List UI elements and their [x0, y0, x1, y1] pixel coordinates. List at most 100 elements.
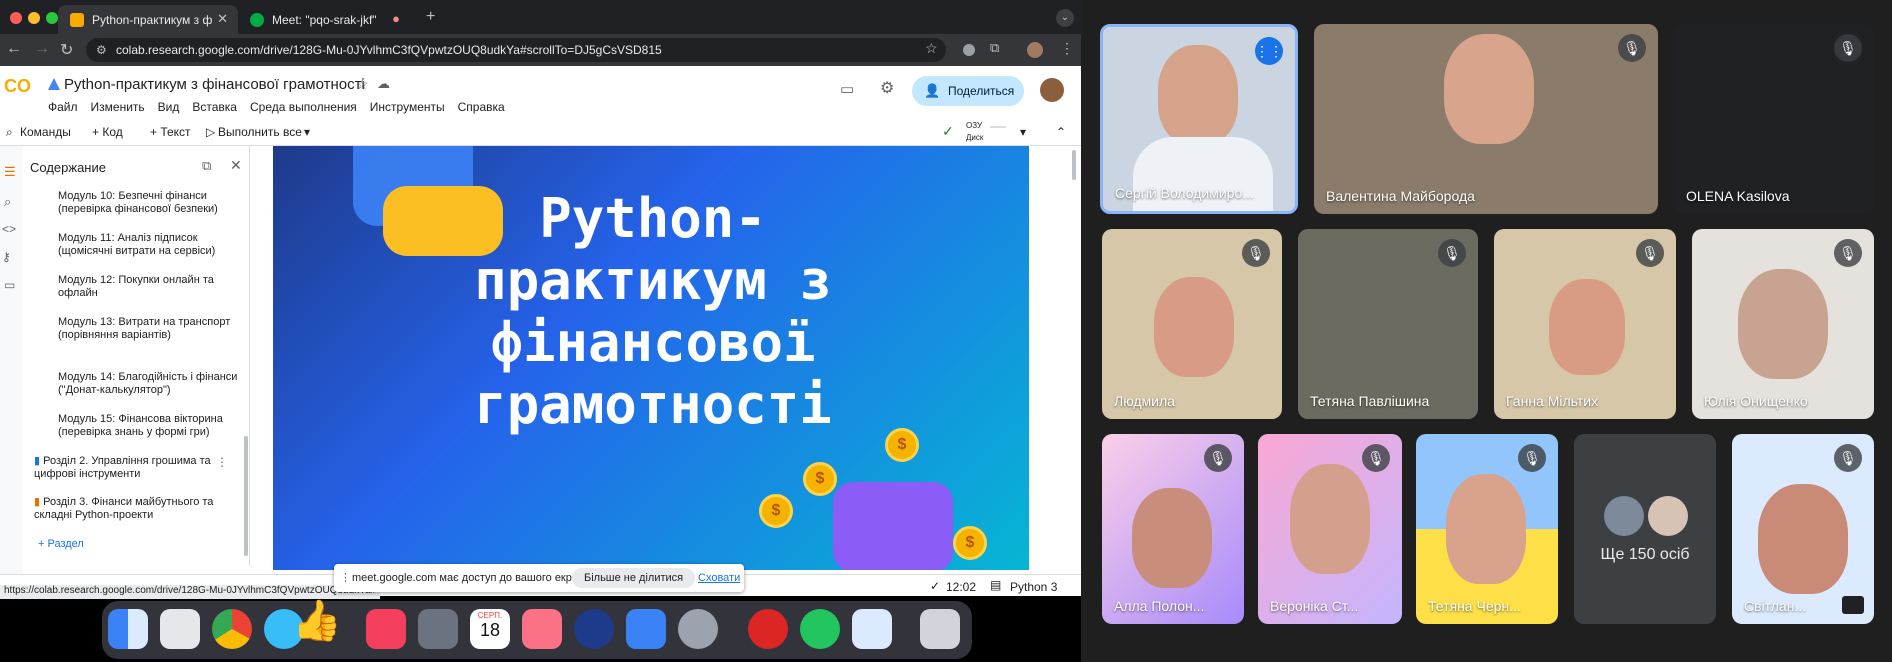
preview-icon[interactable]: [852, 609, 892, 649]
more-participants-tile[interactable]: Ще 150 осіб: [1574, 434, 1716, 624]
participant-tile[interactable]: 🎙 OLENA Kasilova: [1674, 24, 1874, 214]
menu-help[interactable]: Справка: [458, 100, 505, 114]
cloud-icon[interactable]: ☁: [377, 76, 390, 92]
finder-icon[interactable]: [108, 609, 148, 649]
launchpad-icon[interactable]: [160, 609, 200, 649]
system-settings-icon[interactable]: [678, 609, 718, 649]
back-icon[interactable]: ←: [6, 40, 22, 58]
close-tab-icon[interactable]: ✕: [217, 11, 228, 27]
menu-edit[interactable]: Изменить: [91, 100, 145, 114]
tab-search-icon[interactable]: ⌄: [1056, 9, 1074, 27]
toc-icon[interactable]: ☰: [4, 164, 16, 180]
participant-tile[interactable]: 🎙 Світлан...: [1732, 434, 1874, 624]
add-text-button[interactable]: + Текст: [150, 125, 191, 139]
toc-item-module-11[interactable]: Модуль 11: Аналіз підписок (щомісячні ви…: [58, 232, 238, 258]
browser-menu-icon[interactable]: ⋮: [1060, 40, 1074, 57]
forward-icon[interactable]: →: [34, 40, 50, 58]
maximize-window-icon[interactable]: [46, 12, 58, 24]
address-bar: ← → ↻ ⚙ colab.research.google.com/drive/…: [0, 34, 1081, 66]
code-snippets-icon[interactable]: <>: [2, 222, 16, 236]
bookmark-star-icon[interactable]: ☆: [925, 40, 938, 57]
toc-item-module-14[interactable]: Модуль 14: Благодійність і фінанси ("Дон…: [58, 371, 238, 397]
quicktime-icon[interactable]: [574, 609, 614, 649]
secrets-key-icon[interactable]: ⚷: [2, 250, 11, 264]
toc-item-module-10[interactable]: Модуль 10: Безпечні фінанси (перевірка ф…: [58, 190, 238, 216]
pin-icon[interactable]: [1842, 596, 1864, 614]
terminal-icon[interactable]: ▤: [990, 578, 1001, 592]
collapse-header-icon[interactable]: ⌃: [1056, 125, 1066, 139]
toc-item-module-12[interactable]: Модуль 12: Покупки онлайн та офлайн: [58, 274, 238, 300]
runtime-label[interactable]: Python 3: [1010, 580, 1057, 594]
participant-tile[interactable]: 🎙 Тетяна Черн...: [1416, 434, 1558, 624]
chrome-icon[interactable]: [212, 609, 252, 649]
wallet-illustration: [833, 482, 953, 570]
profile-avatar[interactable]: [1027, 42, 1043, 58]
whatsapp-icon[interactable]: [800, 609, 840, 649]
menu-tools[interactable]: Инструменты: [370, 100, 445, 114]
main-scrollbar[interactable]: [1072, 150, 1076, 180]
add-code-button[interactable]: + Код: [92, 125, 123, 139]
app-store-icon[interactable]: [626, 609, 666, 649]
participant-tile[interactable]: 🎙 Людмила: [1102, 229, 1282, 419]
close-toc-icon[interactable]: ✕: [230, 157, 242, 174]
music-icon[interactable]: [522, 609, 562, 649]
hide-notice-link[interactable]: Сховати: [698, 572, 740, 584]
extensions-icon[interactable]: ⧉: [990, 40, 999, 56]
comment-icon[interactable]: ▭: [840, 80, 854, 98]
share-button[interactable]: 👤 Поделиться: [912, 76, 1024, 106]
close-window-icon[interactable]: [10, 12, 22, 24]
trash-icon[interactable]: [920, 609, 960, 649]
menu-file[interactable]: Файл: [48, 100, 78, 114]
participant-tile[interactable]: 🎙 Ганна Мільтих: [1494, 229, 1676, 419]
participant-name: OLENA Kasilova: [1686, 188, 1790, 204]
menu-insert[interactable]: Вставка: [192, 100, 237, 114]
resource-meter[interactable]: [990, 126, 1006, 128]
participant-tile[interactable]: ⋮⋮ Сергій Володимиро...: [1100, 24, 1298, 214]
minimize-window-icon[interactable]: [28, 12, 40, 24]
files-folder-icon[interactable]: ▭: [4, 278, 15, 292]
anydesk-icon[interactable]: [366, 609, 406, 649]
new-tab-icon[interactable]: +: [426, 8, 435, 26]
toc-section-3[interactable]: ▮ Розділ 3. Фінанси майбутнього та склад…: [34, 496, 234, 522]
participant-tile[interactable]: 🎙 Тетяна Павлішина: [1298, 229, 1478, 419]
toc-scrollbar[interactable]: [244, 436, 248, 556]
powerpoint-icon[interactable]: [748, 609, 788, 649]
section-more-icon[interactable]: ⋮: [216, 455, 228, 469]
shared-screen: Python-практикум з фінансо ✕ Meet: "pqo-…: [0, 0, 1081, 662]
menu-runtime[interactable]: Среда выполнения: [250, 100, 357, 114]
participant-tile[interactable]: 🎙 Юлія Онищенко: [1692, 229, 1874, 419]
stop-sharing-button[interactable]: Більше не ділитися: [572, 568, 696, 588]
coin-icon: $: [759, 494, 793, 528]
settings-gear-icon[interactable]: ⚙: [880, 78, 894, 98]
menu-view[interactable]: Вид: [158, 100, 180, 114]
add-section-button[interactable]: + Раздел: [38, 538, 84, 550]
run-all-dropdown-icon[interactable]: ▾: [304, 125, 310, 139]
notebook-title[interactable]: Python-практикум з фінансової грамотност…: [64, 76, 365, 93]
participant-tile[interactable]: 🎙 Алла Полон...: [1102, 434, 1244, 624]
calendar-icon[interactable]: СЕРП. 18: [470, 609, 510, 649]
url-field[interactable]: ⚙ colab.research.google.com/drive/128G-M…: [86, 38, 946, 62]
commands-button[interactable]: Команды: [20, 125, 71, 139]
drag-handle-icon[interactable]: ⋮: [340, 571, 351, 584]
open-in-tab-icon[interactable]: ⧉: [202, 158, 211, 174]
participant-name: Алла Полон...: [1114, 598, 1205, 614]
run-all-button[interactable]: Выполнить все: [218, 125, 302, 139]
calculator-icon[interactable]: [418, 609, 458, 649]
tab-meet[interactable]: Meet: "pqo-srak-jkf" ●: [238, 5, 400, 34]
account-avatar[interactable]: [1040, 78, 1064, 102]
extension-dot-icon[interactable]: [963, 44, 975, 56]
participant-tile[interactable]: 🎙 Вероніка Ст...: [1258, 434, 1402, 624]
toc-item-module-13[interactable]: Модуль 13: Витрати на транспорт (порівня…: [58, 316, 238, 342]
reload-icon[interactable]: ↻: [60, 40, 73, 60]
toc-section-2[interactable]: ▮ Розділ 2. Управління грошима та цифров…: [34, 455, 234, 481]
toc-item-module-15[interactable]: Модуль 15: Фінансова вікторина (перевірк…: [58, 413, 238, 439]
participant-tile[interactable]: 🎙 Валентина Майборода: [1314, 24, 1658, 214]
tab-colab[interactable]: Python-практикум з фінансо ✕: [58, 5, 238, 34]
find-icon[interactable]: ⌕: [4, 194, 11, 210]
star-icon[interactable]: ☆: [356, 76, 369, 93]
resources-dropdown-icon[interactable]: ▾: [1020, 125, 1026, 139]
participant-name: Світлан...: [1744, 598, 1807, 614]
avatar: [1604, 496, 1644, 536]
site-info-icon[interactable]: ⚙: [96, 38, 107, 62]
speaking-indicator-icon: ⋮⋮: [1255, 37, 1283, 65]
